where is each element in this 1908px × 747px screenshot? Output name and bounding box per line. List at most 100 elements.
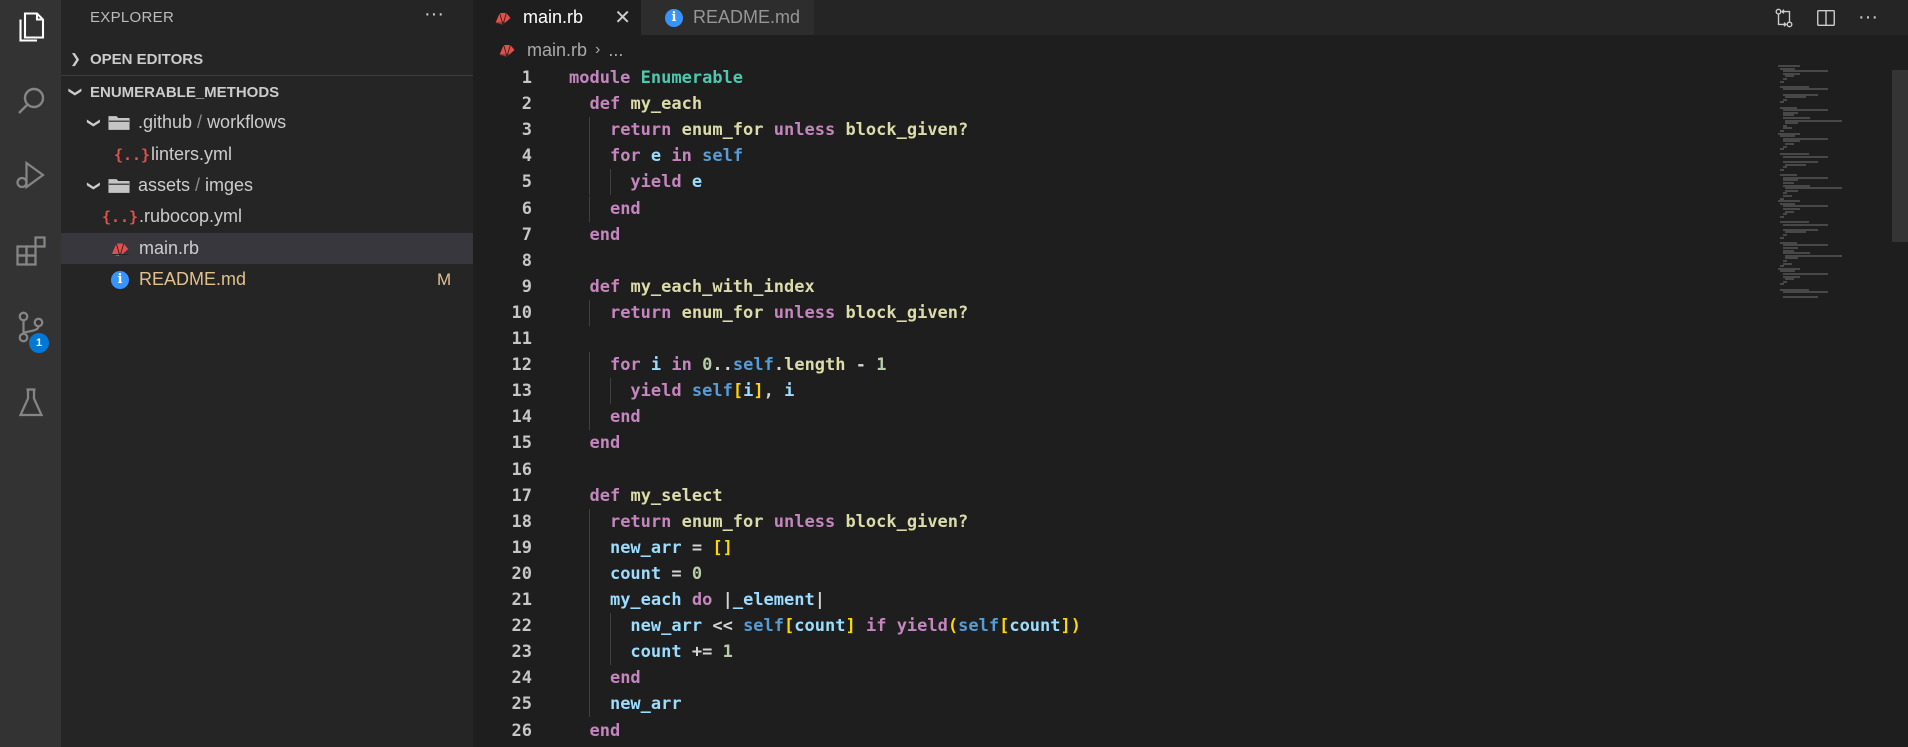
editor-scrollbar[interactable] [1892,70,1908,242]
code-text: end [609,668,641,689]
code-line[interactable]: 17 def my_select [474,483,1774,509]
files-icon[interactable] [0,2,61,52]
minimap-line [1782,291,1829,294]
code-line[interactable]: 24 end [474,665,1774,692]
line-number: 22 [511,616,532,637]
minimap[interactable] [1774,65,1894,305]
file-rubocop-yml[interactable]: {..} .rubocop.yml [61,201,473,232]
code-text: new_arr << self[count] if yield(self[cou… [630,616,1082,637]
explorer-sidebar: EXPLORER ··· ❯ OPEN EDITORS ❯ ENUMERABLE… [61,0,474,747]
sidebar-title: EXPLORER [90,9,175,26]
code-line[interactable]: 11 [474,326,1774,352]
line-number: 10 [511,302,532,323]
code-text: return enum_for unless block_given? [609,120,969,141]
minimap-line [1780,169,1785,171]
code-line[interactable]: 25 new_arr [474,691,1774,718]
line-number: 16 [511,459,532,480]
source-control-badge: 1 [29,333,49,353]
modified-status: M [437,269,452,289]
code-line[interactable]: 9 def my_each_with_index [474,274,1774,300]
code-line[interactable]: 20 count = 0 [474,560,1774,587]
code-line[interactable]: 10 return enum_for unless block_given? [474,299,1774,326]
tab-label: README.md [693,7,801,27]
path-separator: / [195,175,201,195]
code-text: new_arr [609,694,682,715]
code-text: module Enumerable [569,68,744,88]
tab-bar: main.rb ✕ i README.md ··· [474,0,1908,35]
yaml-icon: {..} [113,145,151,164]
source-control-icon[interactable]: 1 [0,302,61,353]
file-linters-yml[interactable]: {..} linters.yml [61,139,473,170]
line-number: 11 [511,329,532,349]
code-text: end [589,224,621,245]
more-actions-icon[interactable]: ··· [1847,0,1889,35]
code-line[interactable]: 22 new_arr << self[count] if yield(self[… [474,613,1774,640]
code-line[interactable]: 26 end [474,718,1774,744]
minimap-line [1785,189,1799,192]
extensions-icon[interactable] [0,226,61,276]
code-line[interactable]: 18 return enum_for unless block_given? [474,508,1774,535]
code-editor[interactable]: 1 module Enumerable 2 def my_each 3 return … [474,65,1908,747]
tab-readme-md[interactable]: i README.md [641,0,814,35]
tab-main-rb[interactable]: main.rb ✕ [474,0,641,35]
code-line[interactable]: 7 end [474,222,1774,248]
breadcrumb-file[interactable]: main.rb [527,40,587,61]
minimap-line [1780,236,1785,239]
project-section[interactable]: ❯ ENUMERABLE_METHODS [61,77,473,107]
code-text: return enum_for unless block_given? [609,511,969,532]
editor-actions: ··· [1763,0,1889,35]
code-line[interactable]: 8 [474,248,1774,274]
chevron-down-icon: ❯ [87,117,102,128]
folder-open-icon [108,115,130,130]
folder-github-workflows[interactable]: ❯ .github / workflows [61,107,473,138]
info-icon: i [109,270,131,290]
line-number: 13 [511,381,532,402]
code-text: end [609,407,641,428]
code-line[interactable]: 13 yield self[i], i [474,378,1774,405]
code-line[interactable]: 2 def my_each [474,91,1774,117]
file-main-rb[interactable]: main.rb [61,233,473,264]
chevron-right-icon: › [595,41,601,58]
compare-changes-icon[interactable] [1763,0,1805,35]
code-line[interactable]: 1 module Enumerable [474,65,1774,91]
close-icon[interactable]: ✕ [614,5,631,30]
split-editor-icon[interactable] [1805,0,1847,35]
code-line[interactable]: 12 for i in 0..self.length - 1 [474,352,1774,379]
code-line[interactable]: 19 new_arr = [] [474,534,1774,561]
code-line[interactable]: 5 yield e [474,169,1774,196]
minimap-line [1785,257,1799,260]
minimap-line [1785,96,1806,99]
line-number: 18 [511,511,532,532]
sidebar-more-button[interactable]: ··· [424,3,444,26]
folder-name: imges [205,175,254,195]
minimap-line [1782,88,1829,91]
file-name: README.md [139,269,247,289]
ruby-icon [499,44,515,57]
code-line[interactable]: 6 end [474,195,1774,222]
chevron-down-icon: ❯ [68,86,84,98]
code-line[interactable]: 21 my_each do |_element| [474,587,1774,613]
code-line[interactable]: 23 count += 1 [474,639,1774,666]
project-label: ENUMERABLE_METHODS [90,83,280,101]
flask-icon[interactable] [0,378,61,428]
folder-name: .github [138,112,193,132]
code-line[interactable]: 14 end [474,404,1774,431]
line-number: 23 [511,642,532,663]
code-text: def my_each_with_index [589,276,815,297]
code-text: count += 1 [630,642,733,663]
open-editors-section[interactable]: ❯ OPEN EDITORS [61,44,473,74]
code-line[interactable]: 15 end [474,430,1774,456]
search-icon[interactable] [0,76,61,126]
folder-assets-imges[interactable]: ❯ assets / imges [61,170,473,201]
file-readme-md[interactable]: i README.md M [61,264,473,295]
code-line[interactable]: 16 [474,457,1774,483]
path-separator: / [197,112,203,132]
minimap-line [1780,283,1785,286]
code-line[interactable]: 3 return enum_for unless block_given? [474,117,1774,144]
code-text: for e in self [609,146,744,167]
ruby-icon [111,242,129,256]
breadcrumb-symbols[interactable]: ... [608,40,623,61]
run-debug-icon[interactable] [0,150,61,200]
line-number: 1 [521,68,532,88]
code-line[interactable]: 4 for e in self [474,143,1774,170]
